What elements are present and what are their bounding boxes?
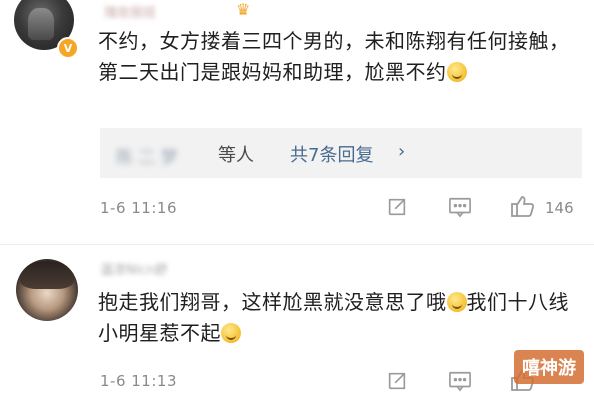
comment-username[interactable]: 瑰玫丽班 (104, 2, 156, 21)
chevron-right-icon: › (398, 141, 406, 162)
comment-username[interactable]: 温凉Nlcn舒 (100, 259, 168, 278)
comment-timestamp: 1-6 11:13 (100, 372, 177, 390)
comment-text-line1: 抱走我们翔哥，这样尬黑就没意思了哦 (98, 290, 447, 314)
reply-usernames: 陈 二 梦 (116, 148, 178, 168)
comment-item: V 瑰玫丽班 ♛ 不约，女方搂着三四个男的，未和陈翔有任何接触，第二天出门是跟妈… (0, 0, 594, 245)
avatar-figure (28, 8, 54, 40)
share-icon[interactable] (386, 370, 408, 397)
reply-suffix: 等人 (218, 145, 254, 166)
comment-icon[interactable] (448, 370, 472, 397)
comment-text-body: 不约，女方搂着三四个男的，未和陈翔有任何接触，第二天出门是跟妈妈和助理，尬黑不约 (98, 29, 570, 84)
like-count: 146 (545, 199, 574, 217)
replies-box[interactable]: 陈 二 梦 等人 共7条回复 › (100, 128, 582, 178)
comment-item: 温凉Nlcn舒 抱走我们翔哥，这样尬黑就没意思了哦 我们十八线小明星惹不起 1-6… (0, 245, 594, 394)
verified-badge: V (57, 37, 79, 59)
comment-text: 不约，女方搂着三四个男的，未和陈翔有任何接触，第二天出门是跟妈妈和助理，尬黑不约 (98, 26, 588, 88)
avatar-hair (20, 261, 74, 289)
thumbs-up-icon[interactable] (510, 194, 536, 223)
avatar[interactable] (16, 259, 78, 321)
comment-text: 抱走我们翔哥，这样尬黑就没意思了哦 我们十八线小明星惹不起 (98, 287, 588, 349)
share-icon[interactable] (386, 196, 408, 223)
smile-emoji-icon (446, 62, 467, 82)
comment-timestamp: 1-6 11:16 (100, 199, 177, 217)
crown-icon: ♛ (236, 0, 251, 19)
watermark: 嘻神游 (514, 350, 584, 384)
embarrassed-emoji-icon (221, 323, 241, 343)
comment-icon[interactable] (448, 196, 472, 223)
replies-count-link[interactable]: 共7条回复 (290, 141, 373, 167)
embarrassed-emoji-icon (446, 292, 467, 312)
